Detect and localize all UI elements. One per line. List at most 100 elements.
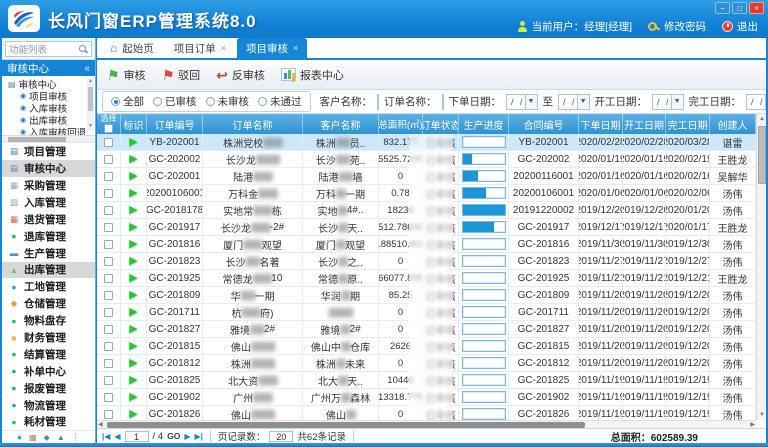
search-icon[interactable] xyxy=(79,45,88,54)
column-progress[interactable]: 生产进度 xyxy=(459,114,509,134)
status-radio[interactable]: 未审核 xyxy=(206,94,250,109)
row-checkbox[interactable] xyxy=(104,189,113,198)
column-order-date[interactable]: 下单日期 xyxy=(579,114,623,134)
page-size-input[interactable]: 20 xyxy=(269,431,293,442)
tree-hscroll-thumb[interactable] xyxy=(8,137,66,142)
sidebar-module-item[interactable]: ▲ 出库管理 xyxy=(2,262,95,279)
row-checkbox[interactable] xyxy=(104,376,113,385)
column-finish-date[interactable]: 完工日期 xyxy=(666,114,710,134)
go-button[interactable]: GO xyxy=(167,431,180,441)
order-name-input[interactable] xyxy=(442,94,444,110)
status-radio[interactable]: 未通过 xyxy=(258,94,302,109)
tab-project-orders[interactable]: 项目订单 × xyxy=(165,38,235,58)
row-checkbox[interactable] xyxy=(104,393,113,402)
tab-close-icon[interactable]: × xyxy=(293,43,298,53)
sidebar-module-item[interactable]: ◆ 仓储管理 xyxy=(2,295,95,312)
sidebar-module-item[interactable]: ● 物料盘存 xyxy=(2,312,95,329)
radio-circle-icon[interactable] xyxy=(258,97,267,106)
chevron-down-icon[interactable]: ▼ xyxy=(525,95,537,109)
sidebar-module-item[interactable]: ● 耗材管理 xyxy=(2,414,95,431)
sidebar-module-item[interactable]: ▦ 采购管理 xyxy=(2,177,95,194)
report-center-button[interactable]: 报表中心 xyxy=(281,67,344,83)
grid-horizontal-scrollbar[interactable]: ◀ ▶ xyxy=(97,420,756,428)
sidebar-module-item[interactable]: ● 结算管理 xyxy=(2,346,95,363)
sidebar-module-item[interactable]: ▨ 入库管理 xyxy=(2,194,95,211)
status-radio[interactable]: 全部 xyxy=(111,94,144,109)
row-checkbox[interactable] xyxy=(104,240,113,249)
audit-button[interactable]: ⚑ 审核 xyxy=(107,67,146,83)
row-checkbox[interactable] xyxy=(104,223,113,232)
scroll-down-icon[interactable]: ▼ xyxy=(87,123,94,130)
reject-button[interactable]: ⚑ 驳回 xyxy=(162,67,201,83)
bottom-toolbar-icon[interactable]: ● xyxy=(17,433,22,442)
column-start-date[interactable]: 开工日期 xyxy=(623,114,666,134)
row-checkbox[interactable] xyxy=(104,172,113,181)
chevron-down-icon[interactable]: ▼ xyxy=(671,95,683,109)
grid-vscroll-thumb[interactable] xyxy=(758,126,766,184)
logout-button[interactable]: 退出 xyxy=(722,19,758,34)
sidebar-module-item[interactable]: ● 物流管理 xyxy=(2,397,95,414)
bottom-toolbar-icon[interactable]: ▲ xyxy=(57,433,65,442)
sidebar-module-item[interactable]: ● 报废管理 xyxy=(2,380,95,397)
radio-circle-icon[interactable] xyxy=(153,97,162,106)
order-date-from-picker[interactable]: / / ▼ xyxy=(506,94,538,110)
grid-vertical-scrollbar[interactable]: ▲ ▼ xyxy=(756,114,766,420)
bottom-toolbar-icon[interactable]: ▦ xyxy=(29,433,37,442)
sidebar-module-item[interactable]: ▤ 审核中心 xyxy=(2,160,95,177)
sidebar-module-item[interactable]: ● 工地管理 xyxy=(2,278,95,295)
prev-page-button[interactable]: ◀ xyxy=(114,432,120,441)
column-status[interactable]: 订单状态 xyxy=(423,114,459,134)
row-checkbox[interactable] xyxy=(104,274,113,283)
bottom-toolbar-icon[interactable]: ◆ xyxy=(44,433,50,442)
tree-scroll-thumb[interactable] xyxy=(88,87,93,111)
column-creator[interactable]: 创建人 xyxy=(710,114,756,134)
maximize-button[interactable]: □ xyxy=(732,2,747,14)
chevron-down-icon[interactable]: ▼ xyxy=(765,95,766,109)
minimize-button[interactable]: − xyxy=(715,2,730,14)
row-checkbox[interactable] xyxy=(104,291,113,300)
row-checkbox[interactable] xyxy=(104,359,113,368)
sidebar-module-item[interactable]: ■ 财务管理 xyxy=(2,329,95,346)
column-contract[interactable]: 合同编号 xyxy=(509,114,579,134)
row-checkbox[interactable] xyxy=(104,325,113,334)
order-date-to-picker[interactable]: / / ▼ xyxy=(558,94,590,110)
sidebar-module-item[interactable]: ● 退库管理 xyxy=(2,228,95,245)
start-date-picker[interactable]: / / ▼ xyxy=(652,94,684,110)
unaudit-button[interactable]: ↩ 反审核 xyxy=(216,67,265,83)
column-order-no[interactable]: 订单编号 xyxy=(147,114,203,134)
scroll-up-icon[interactable]: ▲ xyxy=(757,114,766,124)
row-checkbox[interactable] xyxy=(104,410,113,419)
collapse-icon[interactable]: « xyxy=(84,63,90,74)
tab-start-page[interactable]: ⌂ 起始页 xyxy=(101,38,163,58)
row-checkbox[interactable] xyxy=(104,138,113,147)
scroll-up-icon[interactable]: ▲ xyxy=(87,78,94,85)
column-flag[interactable]: 标识 xyxy=(121,114,147,134)
close-button[interactable]: × xyxy=(749,2,764,14)
column-customer[interactable]: 客户名称 xyxy=(303,114,379,134)
function-search-input[interactable]: 功能列表 xyxy=(5,41,92,57)
select-all-checkbox[interactable] xyxy=(104,124,113,133)
first-page-button[interactable]: |◀ xyxy=(102,432,110,441)
radio-circle-icon[interactable] xyxy=(111,97,120,106)
tree-horizontal-scrollbar[interactable] xyxy=(2,135,95,142)
row-checkbox[interactable] xyxy=(104,155,113,164)
sidebar-module-item[interactable]: ▬ 生产管理 xyxy=(2,245,95,262)
radio-circle-icon[interactable] xyxy=(206,97,215,106)
sidebar-module-item[interactable]: ▤ 项目管理 xyxy=(2,143,95,160)
next-page-button[interactable]: ▶ xyxy=(184,432,190,441)
tree-vertical-scrollbar[interactable]: ▲ ▼ xyxy=(87,78,94,130)
row-checkbox[interactable] xyxy=(104,257,113,266)
sidebar-module-item[interactable]: ● 补单中心 xyxy=(2,363,95,380)
finish-date-picker[interactable]: / / ▼ xyxy=(746,94,766,110)
scroll-down-icon[interactable]: ▼ xyxy=(757,410,766,420)
row-checkbox[interactable] xyxy=(104,206,113,215)
column-area[interactable]: 总面积(㎡) xyxy=(379,114,423,134)
last-page-button[interactable]: ▶| xyxy=(195,432,203,441)
column-order-name[interactable]: 订单名称 xyxy=(203,114,303,134)
sidebar-panel-header[interactable]: 审核中心 « xyxy=(2,60,95,76)
chevron-down-icon[interactable]: ▼ xyxy=(577,95,589,109)
tab-close-icon[interactable]: × xyxy=(221,43,226,53)
sidebar-module-item[interactable]: ▦ 退货管理 xyxy=(2,211,95,228)
tab-project-audit[interactable]: 项目审核 × xyxy=(237,38,307,58)
customer-name-input[interactable] xyxy=(377,94,379,110)
